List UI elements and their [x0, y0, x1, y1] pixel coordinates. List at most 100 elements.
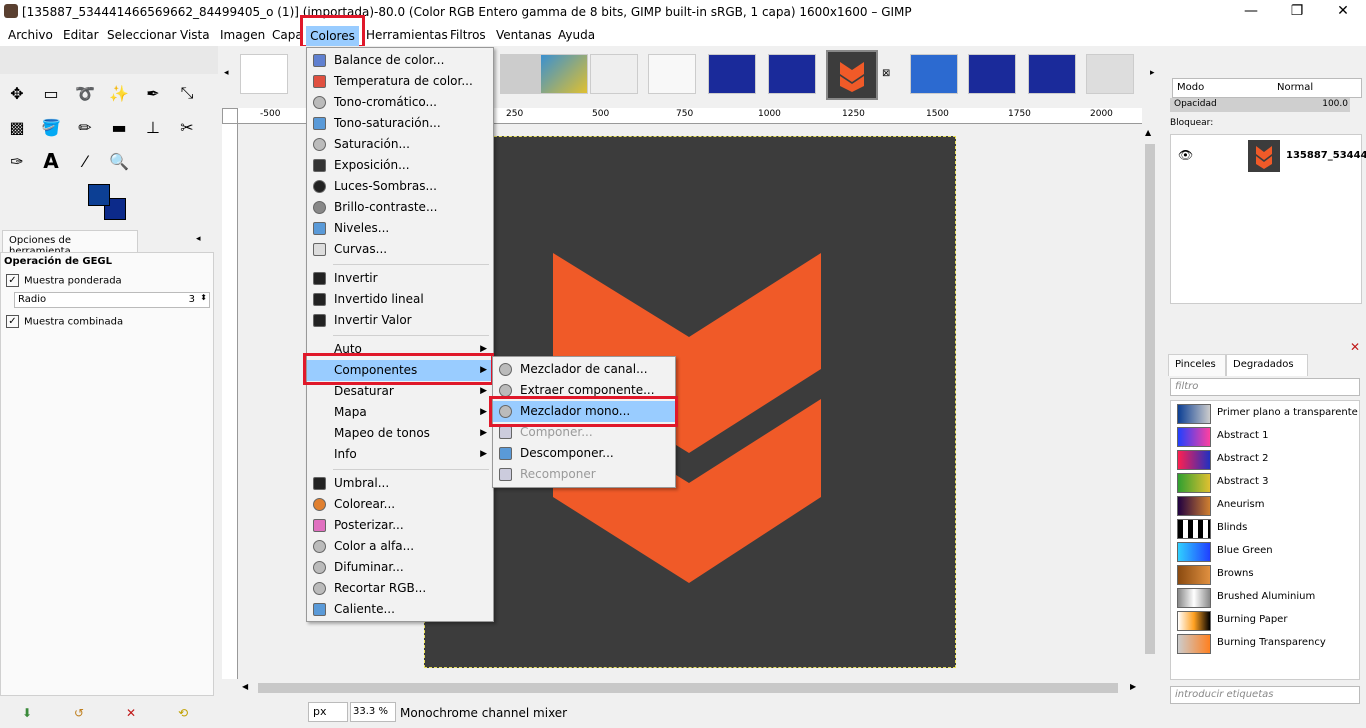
menu-item[interactable]: Invertir Valor [307, 310, 493, 331]
menu-item[interactable]: Balance de color... [307, 50, 493, 71]
menu-archivo[interactable]: Archivo [8, 28, 53, 42]
brushes-tab[interactable]: Pinceles [1168, 354, 1226, 376]
clone-icon[interactable]: ⊥ [140, 114, 166, 140]
scroll-left-icon[interactable]: ◀ [242, 682, 248, 691]
menu-editar[interactable]: Editar [63, 28, 99, 42]
menu-item[interactable]: Umbral... [307, 473, 493, 494]
image-thumbnail[interactable] [590, 54, 638, 94]
eraser-icon[interactable]: ▬ [106, 114, 132, 140]
scroll-up-icon[interactable]: ▲ [1145, 128, 1151, 137]
menu-item[interactable]: Tono-saturación... [307, 113, 493, 134]
active-image-thumbnail[interactable] [826, 50, 878, 100]
minimize-button[interactable]: — [1228, 0, 1274, 24]
image-thumbnail[interactable] [968, 54, 1016, 94]
gradient-item[interactable]: Abstract 3 [1177, 472, 1357, 494]
gradient-item[interactable]: Blinds [1177, 518, 1357, 540]
color-picker-icon[interactable]: ⁄ [72, 148, 98, 174]
unit-select[interactable]: px [308, 702, 348, 722]
scroll-right-icon[interactable]: ▶ [1130, 682, 1136, 691]
restore-preset-icon[interactable]: ↺ [74, 706, 84, 720]
menu-item[interactable]: Recortar RGB... [307, 578, 493, 599]
menu-ventanas[interactable]: Ventanas [496, 28, 552, 42]
tags-input[interactable]: introducir etiquetas [1170, 686, 1360, 704]
paths-icon[interactable]: ✒ [140, 80, 166, 106]
gradient-item[interactable]: Abstract 2 [1177, 449, 1357, 471]
menu-filtros[interactable]: Filtros [450, 28, 486, 42]
menu-item[interactable]: Invertir [307, 268, 493, 289]
muestra-combinada-checkbox[interactable]: ✓ Muestra combinada [6, 315, 123, 328]
menu-item[interactable]: Color a alfa... [307, 536, 493, 557]
scroll-left-icon[interactable]: ◂ [224, 68, 229, 78]
image-thumbnail[interactable] [240, 54, 288, 94]
bucket-fill-icon[interactable]: 🪣 [38, 114, 64, 140]
heal-icon[interactable]: ✂ [174, 114, 200, 140]
menu-item[interactable]: Difuminar... [307, 557, 493, 578]
menu-seleccionar[interactable]: Seleccionar [107, 28, 176, 42]
image-thumbnail[interactable] [1086, 54, 1134, 94]
muestra-ponderada-checkbox[interactable]: ✓ Muestra ponderada [6, 274, 122, 287]
image-thumbnail[interactable] [540, 54, 588, 94]
gradient-item[interactable]: Browns [1177, 564, 1357, 586]
gradients-tab[interactable]: Degradados [1226, 354, 1308, 376]
lasso-icon[interactable]: ➰ [72, 80, 98, 106]
menu-item-mapeo[interactable]: Mapeo de tonos ▶ [307, 423, 493, 444]
scrollbar-thumb[interactable] [258, 683, 1118, 693]
gradient-item[interactable]: Abstract 1 [1177, 426, 1357, 448]
image-thumbnail[interactable] [910, 54, 958, 94]
gradient-item[interactable]: Brushed Aluminium [1177, 587, 1357, 609]
menu-item[interactable]: Caliente... [307, 599, 493, 620]
move-tool-icon[interactable]: ✥ [4, 80, 30, 106]
zoom-tool-icon[interactable]: 🔍 [106, 148, 132, 174]
scroll-right-icon[interactable]: ▸ [1150, 68, 1155, 78]
menu-colores[interactable]: Colores [300, 15, 365, 48]
menu-ayuda[interactable]: Ayuda [558, 28, 595, 42]
menu-item[interactable]: Curvas... [307, 239, 493, 260]
delete-preset-icon[interactable]: ✕ [126, 706, 136, 720]
ruler-corner[interactable] [222, 108, 238, 124]
rect-select-icon[interactable]: ▭ [38, 80, 64, 106]
filter-input[interactable]: filtro [1170, 378, 1360, 396]
menu-capa[interactable]: Capa [272, 28, 303, 42]
fuzzy-select-icon[interactable]: ✨ [106, 80, 132, 106]
gradient-item[interactable]: Burning Transparency [1177, 633, 1357, 655]
close-image-icon[interactable]: ⊠ [882, 68, 890, 79]
menu-item[interactable]: Saturación... [307, 134, 493, 155]
eye-icon[interactable]: 👁 [1178, 148, 1193, 162]
text-tool-icon[interactable]: A [38, 148, 64, 174]
image-thumbnail[interactable] [648, 54, 696, 94]
paintbrush-icon[interactable]: ✏ [72, 114, 98, 140]
layer-thumbnail[interactable] [1248, 140, 1280, 172]
mode-select[interactable]: Modo Normal [1172, 78, 1362, 98]
menu-item[interactable]: Exposición... [307, 155, 493, 176]
horizontal-scrollbar[interactable]: ◀ ▶ [238, 680, 1142, 696]
foreground-color-swatch[interactable] [88, 184, 110, 206]
menu-item-mapa[interactable]: Mapa ▶ [307, 402, 493, 423]
layer-name[interactable]: 135887_534441 [1286, 150, 1366, 161]
menu-item[interactable]: Niveles... [307, 218, 493, 239]
image-thumbnail[interactable] [768, 54, 816, 94]
gradient-item[interactable]: Burning Paper [1177, 610, 1357, 632]
menu-item[interactable]: Descomponer... [493, 443, 675, 464]
vertical-scrollbar[interactable]: ▲ [1142, 124, 1158, 679]
paths-tool-icon[interactable]: ✑ [4, 148, 30, 174]
menu-item-info[interactable]: Info ▶ [307, 444, 493, 465]
menu-item[interactable]: Invertido lineal [307, 289, 493, 310]
panel-menu-icon[interactable]: ◂ [196, 234, 201, 244]
menu-item[interactable]: Brillo-contraste... [307, 197, 493, 218]
opacity-slider[interactable]: Opacidad 100.0 [1170, 98, 1350, 112]
tool-options-tab[interactable]: Opciones de herramienta [2, 230, 138, 257]
restore-button[interactable]: ❐ [1274, 0, 1320, 24]
scrollbar-thumb[interactable] [1145, 144, 1155, 654]
spin-icon[interactable]: ⬍ [200, 293, 207, 302]
close-button[interactable]: ✕ [1320, 0, 1366, 24]
menu-item[interactable]: Posterizar... [307, 515, 493, 536]
transform-icon[interactable]: ⤡ [174, 80, 200, 106]
gradient-item[interactable]: Primer plano a transparente [1177, 403, 1358, 425]
image-thumbnail[interactable] [1028, 54, 1076, 94]
menu-item[interactable]: Temperatura de color... [307, 71, 493, 92]
image-thumbnail[interactable] [708, 54, 756, 94]
menu-imagen[interactable]: Imagen [220, 28, 265, 42]
menu-vista[interactable]: Vista [180, 28, 210, 42]
menu-item[interactable]: Luces-Sombras... [307, 176, 493, 197]
gradient-item[interactable]: Aneurism [1177, 495, 1357, 517]
